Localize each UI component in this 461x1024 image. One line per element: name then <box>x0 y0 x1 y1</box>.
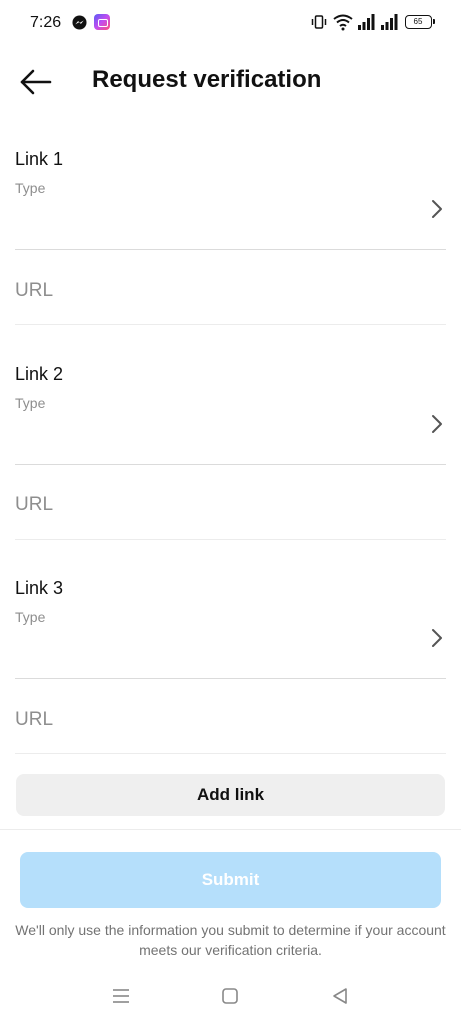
divider <box>15 539 446 540</box>
divider <box>15 324 446 325</box>
type-label: Type <box>15 609 46 625</box>
type-label: Type <box>15 395 46 411</box>
chevron-right-icon <box>432 629 442 647</box>
vibrate-icon <box>311 15 327 29</box>
screen: 7:26 65 Request verification Link 1 Type… <box>0 0 461 1024</box>
disclaimer-text: We'll only use the information you submi… <box>15 922 446 958</box>
link-group-2: Link 2 Type <box>0 364 461 544</box>
chevron-right-icon <box>432 200 442 218</box>
arrow-left-icon <box>20 69 52 95</box>
system-nav-bar <box>0 975 461 1024</box>
submit-button[interactable]: Submit <box>20 852 441 908</box>
url-input[interactable] <box>15 485 446 525</box>
home-icon[interactable] <box>222 988 238 1004</box>
type-label: Type <box>15 180 46 196</box>
divider <box>15 678 446 679</box>
divider <box>15 753 446 754</box>
url-input[interactable] <box>15 700 446 740</box>
link-type-selector[interactable]: Type <box>15 392 446 454</box>
link-group-1: Link 1 Type <box>0 149 461 329</box>
status-time: 7:26 <box>30 14 62 31</box>
app-icon <box>94 14 110 30</box>
link-type-selector[interactable]: Type <box>15 177 446 239</box>
link-heading: Link 2 <box>15 364 64 384</box>
messenger-icon <box>72 15 87 30</box>
link-heading: Link 3 <box>15 578 64 598</box>
status-bar: 7:26 65 <box>0 0 461 44</box>
back-button[interactable] <box>14 64 56 100</box>
add-link-button[interactable]: Add link <box>16 774 445 816</box>
signal-icon <box>381 14 398 30</box>
divider <box>15 249 446 250</box>
chevron-right-icon <box>432 415 442 433</box>
header: Request verification <box>0 44 461 120</box>
battery-level: 65 <box>413 17 423 26</box>
menu-icon[interactable] <box>112 988 130 1004</box>
url-input[interactable] <box>15 271 446 311</box>
signal-icon <box>358 14 375 30</box>
link-type-selector[interactable]: Type <box>15 606 446 668</box>
link-group-3: Link 3 Type <box>0 578 461 758</box>
wifi-icon <box>333 14 353 31</box>
divider <box>0 829 461 830</box>
back-icon[interactable] <box>332 987 348 1005</box>
battery-icon: 65 <box>405 15 435 29</box>
divider <box>15 464 446 465</box>
link-heading: Link 1 <box>15 149 64 169</box>
page-title: Request verification <box>92 66 322 93</box>
